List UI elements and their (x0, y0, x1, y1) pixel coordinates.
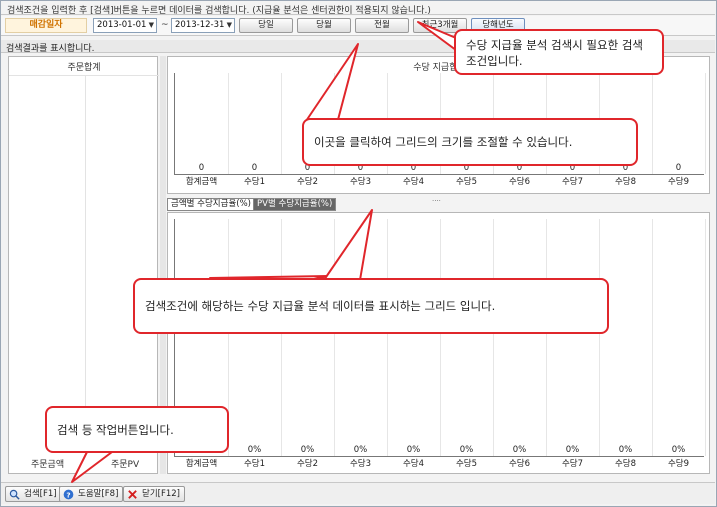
gridline (705, 73, 706, 174)
gridline (493, 219, 494, 456)
x-tick-label: 수당5 (455, 177, 478, 187)
order-pv-label: 주문PV (111, 460, 140, 470)
allowance-rate-plot: 0% 합계금액 0% 수당1 0% 수당2 0% 수당3 0% 수당4 0% 수당5 0% 수당6 0% 수당… (174, 219, 706, 469)
help-button-label: 도움말[F8] (78, 489, 119, 499)
search-button[interactable]: 검색[F1] (5, 486, 62, 502)
gridline (440, 219, 441, 456)
date-to-input[interactable]: 2013-12-31 ▼ (171, 18, 235, 33)
date-to-value: 2013-12-31 (175, 20, 225, 30)
x-tick-label: 수당5 (455, 459, 478, 469)
x-tick-label: 수당7 (561, 459, 584, 469)
x-tick-label: 수당2 (296, 459, 319, 469)
data-label: 0% (512, 445, 527, 455)
chevron-down-icon[interactable]: ▼ (227, 19, 232, 32)
order-total-title: 주문합계 (67, 63, 101, 73)
x-tick-label: 수당6 (508, 459, 531, 469)
gridline (228, 73, 229, 174)
gridline (599, 219, 600, 456)
gridline (281, 219, 282, 456)
chevron-down-icon[interactable]: ▼ (149, 19, 154, 32)
callout-resize: 이곳을 클릭하여 그리드의 크기를 조절할 수 있습니다. (302, 118, 638, 166)
x-tick-label: 수당3 (349, 459, 372, 469)
last-month-button[interactable]: 전월 (355, 18, 409, 33)
gridline (546, 219, 547, 456)
callout-buttons: 검색 등 작업버튼입니다. (45, 406, 229, 453)
gridline (652, 219, 653, 456)
action-bar: 검색[F1] ? 도움말[F8] 닫기[F12] (1, 482, 715, 504)
data-label: 0% (565, 445, 580, 455)
gridline (334, 219, 335, 456)
notice-bar: 검색조건을 입력한 후 [검색]버튼을 누르면 데이터를 검색합니다. (지급율… (1, 1, 715, 15)
x-tick-label: 수당2 (296, 177, 319, 187)
data-label: 0% (459, 445, 474, 455)
x-tick-label: 수당4 (402, 459, 425, 469)
allowance-rate-chart: 0% 합계금액 0% 수당1 0% 수당2 0% 수당3 0% 수당4 0% 수당5 0% 수당6 0% 수당… (167, 212, 710, 474)
tab-pv-rate[interactable]: PV별 수당지급율(%) (253, 198, 337, 211)
data-label: 0% (406, 445, 421, 455)
x-tick-label: 수당1 (243, 177, 266, 187)
gridline (705, 219, 706, 456)
x-tick-label: 수당6 (508, 177, 531, 187)
today-button[interactable]: 당일 (239, 18, 293, 33)
x-tick-label: 수당9 (667, 177, 690, 187)
x-tick-label: 수당8 (614, 459, 637, 469)
grid-header-divider (9, 75, 159, 76)
search-button-label: 검색[F1] (24, 489, 57, 499)
help-icon: ? (63, 489, 74, 500)
x-tick-label: 수당1 (243, 459, 266, 469)
data-label: 0 (251, 163, 258, 173)
x-tick-label: 수당3 (349, 177, 372, 187)
callout-search-condition: 수당 지급율 분석 검색시 필요한 검색조건입니다. (454, 29, 664, 75)
gridline (281, 73, 282, 174)
help-button[interactable]: ? 도움말[F8] (59, 486, 124, 502)
date-range-separator: ~ (161, 20, 169, 30)
this-month-button[interactable]: 당월 (297, 18, 351, 33)
date-from-input[interactable]: 2013-01-01 ▼ (93, 18, 157, 33)
x-tick-label: 합계금액 (185, 459, 218, 469)
close-button-label: 닫기[F12] (142, 489, 180, 499)
data-label: 0% (247, 445, 262, 455)
data-label: 0% (300, 445, 315, 455)
x-tick-label: 수당9 (667, 459, 690, 469)
x-tick-label: 합계금액 (185, 177, 218, 187)
data-label: 0% (353, 445, 368, 455)
grid-column-divider (85, 75, 86, 459)
date-filter-label: 매감일자 (5, 18, 87, 33)
data-label: 0% (671, 445, 686, 455)
x-tick-label: 수당8 (614, 177, 637, 187)
order-amount-label: 주문금액 (31, 460, 65, 470)
callout-grid: 검색조건에 해당하는 수당 지급율 분석 데이터를 표시하는 그리드 입니다. (133, 278, 609, 334)
close-button[interactable]: 닫기[F12] (123, 486, 185, 502)
data-label: 0 (198, 163, 205, 173)
x-tick-label: 수당7 (561, 177, 584, 187)
search-icon (9, 489, 20, 500)
data-label: 0% (618, 445, 633, 455)
tab-amount-rate[interactable]: 금액별 수당지급율(%) (167, 198, 255, 211)
grid-resize-handle[interactable]: ···· (432, 197, 441, 205)
gridline (387, 219, 388, 456)
close-icon (128, 490, 137, 499)
data-label: 0 (675, 163, 682, 173)
x-tick-label: 수당4 (402, 177, 425, 187)
gridline (652, 73, 653, 174)
date-from-value: 2013-01-01 (97, 20, 147, 30)
svg-text:?: ? (66, 490, 70, 499)
